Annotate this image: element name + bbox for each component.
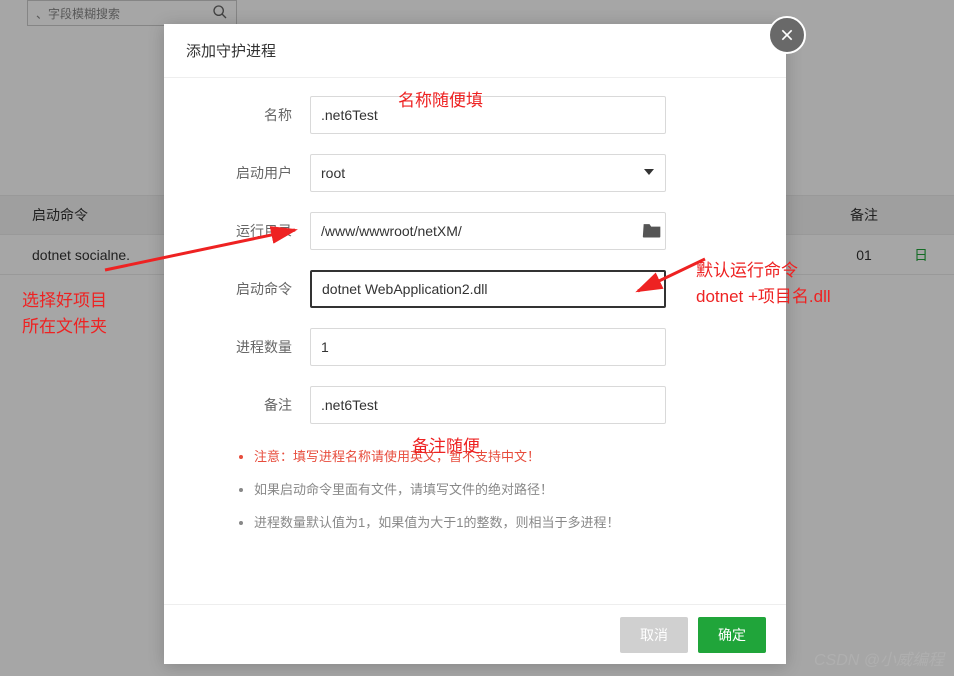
label-startcmd: 启动命令 bbox=[200, 279, 310, 299]
note-path: 如果启动命令里面有文件，请填写文件的绝对路径！ bbox=[254, 479, 750, 498]
row-user: 启动用户 root bbox=[200, 154, 750, 192]
notes-list: 注意：填写进程名称请使用英文，暂不支持中文！ 如果启动命令里面有文件，请填写文件… bbox=[200, 446, 750, 531]
label-count: 进程数量 bbox=[200, 337, 310, 357]
row-count: 进程数量 bbox=[200, 328, 750, 366]
row-rundir: 运行目录 bbox=[200, 212, 750, 250]
cancel-button[interactable]: 取消 bbox=[620, 617, 688, 653]
label-name: 名称 bbox=[200, 105, 310, 125]
modal-body: 名称 启动用户 root 运行目录 启动命令 进程数量 bbox=[164, 78, 786, 531]
rundir-input[interactable] bbox=[310, 212, 666, 250]
startcmd-input[interactable] bbox=[310, 270, 666, 308]
row-startcmd: 启动命令 bbox=[200, 270, 750, 308]
note-count: 进程数量默认值为1，如果值为大于1的整数，则相当于多进程！ bbox=[254, 512, 750, 531]
folder-icon[interactable] bbox=[642, 221, 662, 242]
count-input[interactable] bbox=[310, 328, 666, 366]
remark-input[interactable] bbox=[310, 386, 666, 424]
label-remark: 备注 bbox=[200, 395, 310, 415]
row-name: 名称 bbox=[200, 96, 750, 134]
watermark: CSDN @小威编程 bbox=[814, 646, 944, 670]
label-rundir: 运行目录 bbox=[200, 221, 310, 241]
user-select[interactable]: root bbox=[310, 154, 666, 192]
label-user: 启动用户 bbox=[200, 163, 310, 183]
modal-footer: 取消 确定 bbox=[164, 604, 786, 664]
add-daemon-modal: 添加守护进程 名称 启动用户 root 运行目录 启动命令 进 bbox=[164, 24, 786, 664]
row-remark: 备注 bbox=[200, 386, 750, 424]
confirm-button[interactable]: 确定 bbox=[698, 617, 766, 653]
close-icon bbox=[779, 27, 795, 43]
name-input[interactable] bbox=[310, 96, 666, 134]
modal-title: 添加守护进程 bbox=[164, 24, 786, 78]
close-button[interactable] bbox=[768, 16, 806, 54]
note-warning: 注意：填写进程名称请使用英文，暂不支持中文！ bbox=[254, 446, 750, 465]
